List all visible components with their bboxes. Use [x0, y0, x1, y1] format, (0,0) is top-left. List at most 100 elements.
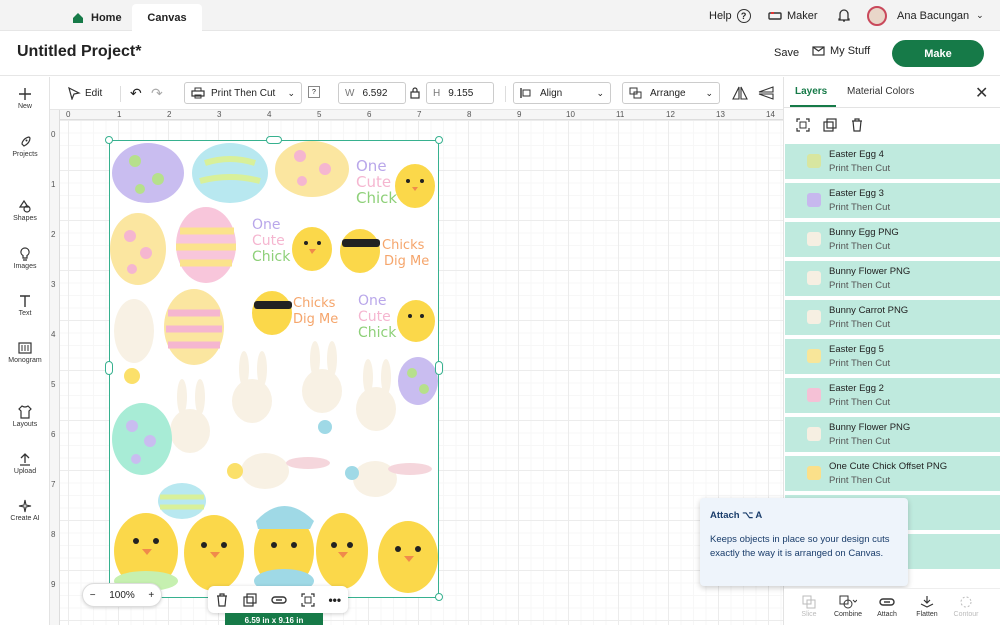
align-select[interactable]: Align ⌄ — [513, 82, 611, 104]
ruler-label: 14 — [766, 110, 775, 119]
layer-row[interactable]: Bunny Flower PNG Print Then Cut — [785, 417, 1000, 453]
contour-icon — [960, 596, 972, 608]
arrange-select[interactable]: Arrange ⌄ — [622, 82, 720, 104]
layer-thumbnail — [807, 349, 821, 363]
tab-home[interactable]: Home — [72, 4, 122, 31]
flip-vertical-button[interactable] — [758, 82, 774, 104]
user-menu[interactable]: Ana Bacungan ⌄ — [867, 0, 984, 31]
design-canvas[interactable]: 0 1 2 3 4 5 6 7 8 9 10 11 12 13 14 0 1 2… — [50, 110, 783, 625]
resize-handle[interactable] — [105, 136, 113, 144]
edit-cursor-icon — [68, 86, 81, 100]
lock-aspect-button[interactable] — [410, 82, 420, 104]
sidebar-projects[interactable]: Projects — [0, 135, 50, 158]
tab-material-colors[interactable]: Material Colors — [847, 86, 914, 97]
sidebar-images-label: Images — [13, 263, 37, 270]
resize-handle[interactable] — [435, 593, 443, 601]
layer-operation: Print Then Cut — [829, 397, 891, 408]
project-title[interactable]: Untitled Project* — [17, 43, 141, 61]
project-bar: Untitled Project* Save My Stuff Make — [0, 31, 1000, 76]
duplicate-icon[interactable] — [243, 592, 257, 607]
help-link[interactable]: Help ? — [709, 0, 751, 31]
my-stuff-button[interactable]: My Stuff — [812, 45, 870, 57]
flatten-button[interactable]: Flatten — [907, 595, 947, 618]
sidebar-text[interactable]: Text — [0, 294, 50, 317]
bell-icon — [838, 9, 850, 22]
layer-operation: Print Then Cut — [829, 280, 891, 291]
flip-vertical-icon — [758, 86, 774, 100]
duplicate-icon[interactable] — [823, 118, 837, 132]
divider — [120, 86, 121, 102]
width-field[interactable]: W 6.592 — [338, 82, 406, 104]
sidebar-upload-label: Upload — [13, 468, 37, 475]
resize-handle[interactable] — [435, 361, 443, 375]
width-label: W — [345, 87, 355, 99]
layer-row[interactable]: One Cute Chick Offset PNG Print Then Cut — [785, 456, 1000, 492]
operation-help-button[interactable]: ? — [308, 86, 320, 98]
sidebar-create-ai[interactable]: Create AI — [0, 499, 50, 522]
operation-select[interactable]: Print Then Cut ⌄ — [184, 82, 302, 104]
contour-button[interactable]: Contour — [946, 595, 986, 618]
more-options-icon[interactable]: ••• — [328, 593, 341, 607]
left-sidebar: New Projects Shapes Images Text Monogram… — [0, 77, 50, 625]
sidebar-layouts[interactable]: Layouts — [0, 405, 50, 428]
combine-icon — [839, 595, 858, 609]
layer-thumbnail — [807, 466, 821, 480]
zoom-out-button[interactable]: − — [90, 590, 96, 601]
layer-operation: Print Then Cut — [829, 358, 891, 369]
maker-link[interactable]: Maker — [768, 0, 818, 31]
layer-name: Easter Egg 3 — [829, 188, 884, 199]
chevron-down-icon: ⌄ — [287, 87, 295, 98]
rocket-icon — [21, 136, 31, 147]
ruler-label: 8 — [51, 530, 56, 539]
selection-actions: ••• — [208, 586, 348, 613]
divider — [505, 86, 506, 102]
close-icon[interactable]: ✕ — [975, 83, 988, 103]
trash-icon[interactable] — [850, 118, 864, 132]
group-icon[interactable] — [300, 592, 315, 607]
zoom-in-button[interactable]: + — [148, 590, 154, 601]
slice-button[interactable]: Slice — [789, 595, 829, 618]
layer-row[interactable]: Easter Egg 3 Print Then Cut — [785, 183, 1000, 219]
height-field[interactable]: H 9.155 — [426, 82, 494, 104]
rotate-handle[interactable] — [266, 136, 282, 144]
ruler-label: 1 — [51, 180, 56, 189]
sidebar-shapes[interactable]: Shapes — [0, 199, 50, 222]
tab-home-label: Home — [91, 11, 122, 24]
sidebar-monogram[interactable]: Monogram — [0, 341, 50, 364]
redo-button[interactable]: ↷ — [151, 82, 163, 104]
sidebar-projects-label: Projects — [12, 151, 38, 158]
sidebar-images[interactable]: Images — [0, 247, 50, 270]
group-icon[interactable] — [796, 118, 810, 132]
layer-row[interactable]: Bunny Egg PNG Print Then Cut — [785, 222, 1000, 258]
layer-row[interactable]: Easter Egg 2 Print Then Cut — [785, 378, 1000, 414]
slice-icon — [802, 595, 816, 609]
layer-row[interactable]: Bunny Carrot PNG Print Then Cut — [785, 300, 1000, 336]
trash-icon[interactable] — [215, 592, 229, 607]
zoom-level: 100% — [109, 589, 135, 601]
layer-row[interactable]: Easter Egg 4 Print Then Cut — [785, 144, 1000, 180]
attach-button[interactable]: Attach — [867, 595, 907, 618]
height-value: 9.155 — [448, 87, 474, 99]
sidebar-new[interactable]: New — [0, 87, 50, 110]
redo-icon: ↷ — [151, 84, 163, 101]
resize-handle[interactable] — [435, 136, 443, 144]
tab-canvas[interactable]: Canvas — [132, 4, 202, 31]
undo-button[interactable]: ↶ — [130, 82, 142, 104]
edit-button[interactable]: Edit — [67, 82, 102, 104]
attach-icon[interactable] — [270, 595, 287, 605]
combine-button[interactable]: Combine — [828, 595, 868, 618]
selection-box[interactable] — [109, 140, 439, 598]
save-button[interactable]: Save — [774, 47, 799, 59]
layer-row[interactable]: Bunny Flower PNG Print Then Cut — [785, 261, 1000, 297]
notifications-button[interactable] — [837, 0, 851, 31]
align-icon — [520, 88, 531, 98]
tab-layers[interactable]: Layers — [795, 86, 827, 97]
undo-icon: ↶ — [130, 84, 142, 101]
sidebar-upload[interactable]: Upload — [0, 452, 50, 475]
make-button[interactable]: Make — [892, 40, 984, 67]
resize-handle[interactable] — [105, 361, 113, 375]
layer-row[interactable]: Easter Egg 5 Print Then Cut — [785, 339, 1000, 375]
flip-horizontal-button[interactable] — [732, 82, 748, 104]
ruler-label: 3 — [51, 280, 56, 289]
layer-name: Bunny Carrot PNG — [829, 305, 909, 316]
